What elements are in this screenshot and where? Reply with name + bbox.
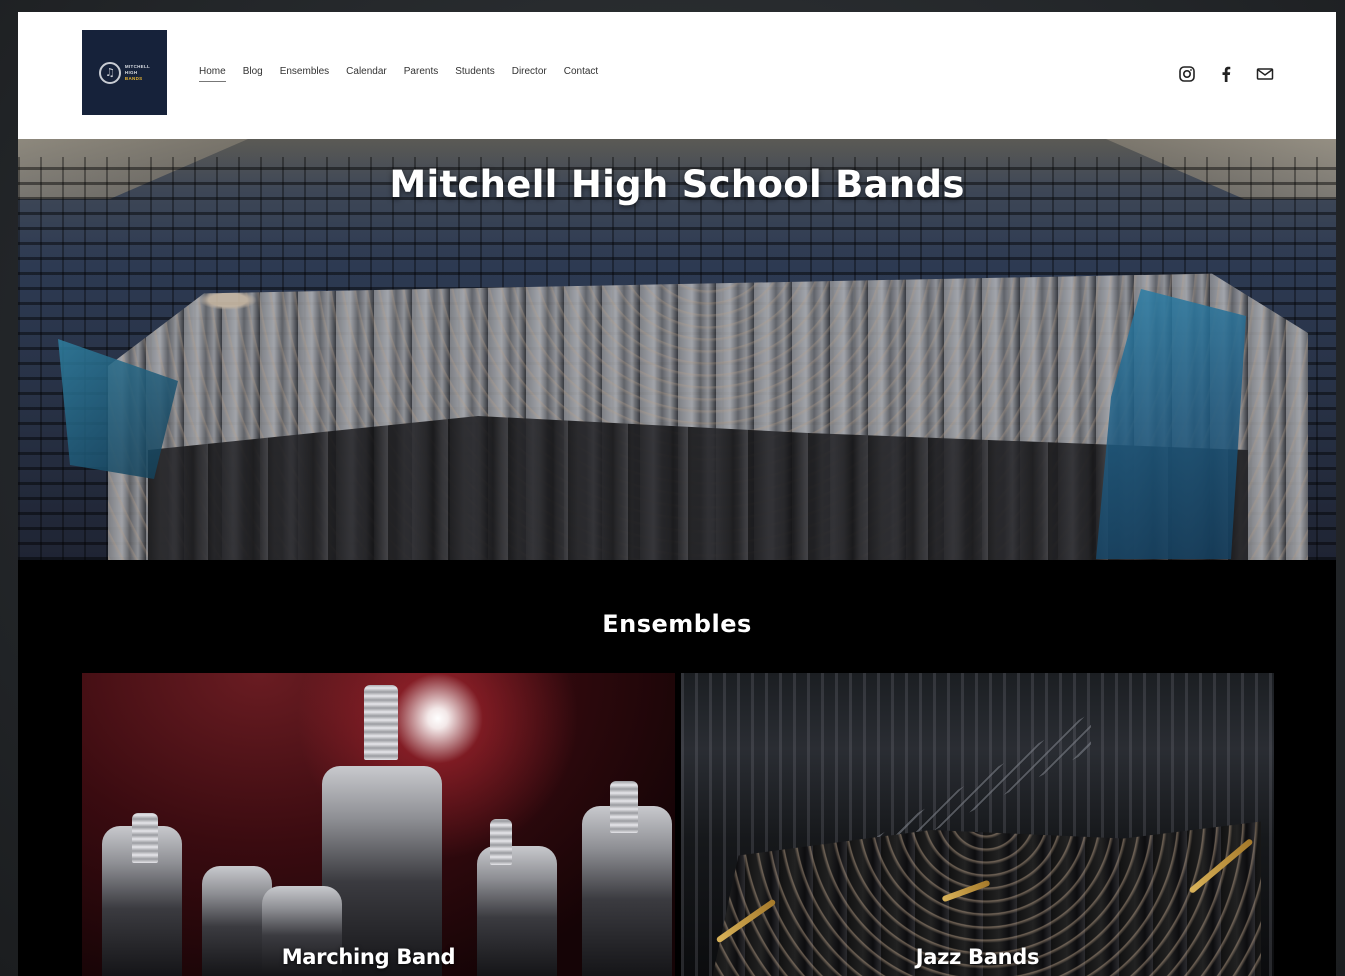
photo-plume xyxy=(490,819,512,865)
hero-title: Mitchell High School Bands xyxy=(389,163,965,206)
nav-item-calendar[interactable]: Calendar xyxy=(346,66,387,82)
nav-item-blog[interactable]: Blog xyxy=(243,66,263,82)
ensembles-heading: Ensembles xyxy=(602,610,752,638)
ensemble-card-label: Jazz Bands xyxy=(915,945,1040,969)
site-header: ♫ MITCHELL HIGH BANDS Home Blog Ensemble… xyxy=(18,12,1336,139)
facebook-icon[interactable] xyxy=(1216,64,1235,83)
logo-line-2: HIGH xyxy=(124,70,138,75)
photo-plume xyxy=(132,813,158,863)
ensemble-card-marching-band[interactable]: Marching Band xyxy=(82,673,675,976)
nav-item-students[interactable]: Students xyxy=(455,66,494,82)
nav-item-home[interactable]: Home xyxy=(199,66,226,82)
nav-item-director[interactable]: Director xyxy=(512,66,547,82)
photo-plume xyxy=(364,685,398,760)
photo-plume xyxy=(610,781,638,833)
nav-item-ensembles[interactable]: Ensembles xyxy=(280,66,329,82)
ensemble-card-jazz-bands[interactable]: Jazz Bands xyxy=(681,673,1274,976)
hero-banner: Mitchell High School Bands xyxy=(18,139,1336,560)
ensemble-card-label: Marching Band xyxy=(281,945,456,969)
logo-line-3: BANDS xyxy=(124,76,143,81)
nav-item-contact[interactable]: Contact xyxy=(564,66,598,82)
music-note-icon: ♫ xyxy=(98,61,121,84)
nav-item-parents[interactable]: Parents xyxy=(404,66,438,82)
main-nav: Home Blog Ensembles Calendar Parents Stu… xyxy=(199,66,598,82)
logo-line-1: MITCHELL xyxy=(124,64,151,69)
instagram-icon[interactable] xyxy=(1177,64,1196,83)
logo-wordmark: MITCHELL HIGH BANDS xyxy=(125,64,150,81)
social-links xyxy=(1177,64,1274,83)
website-page: ♫ MITCHELL HIGH BANDS Home Blog Ensemble… xyxy=(18,12,1336,976)
site-logo[interactable]: ♫ MITCHELL HIGH BANDS xyxy=(82,30,167,115)
email-icon[interactable] xyxy=(1255,64,1274,83)
